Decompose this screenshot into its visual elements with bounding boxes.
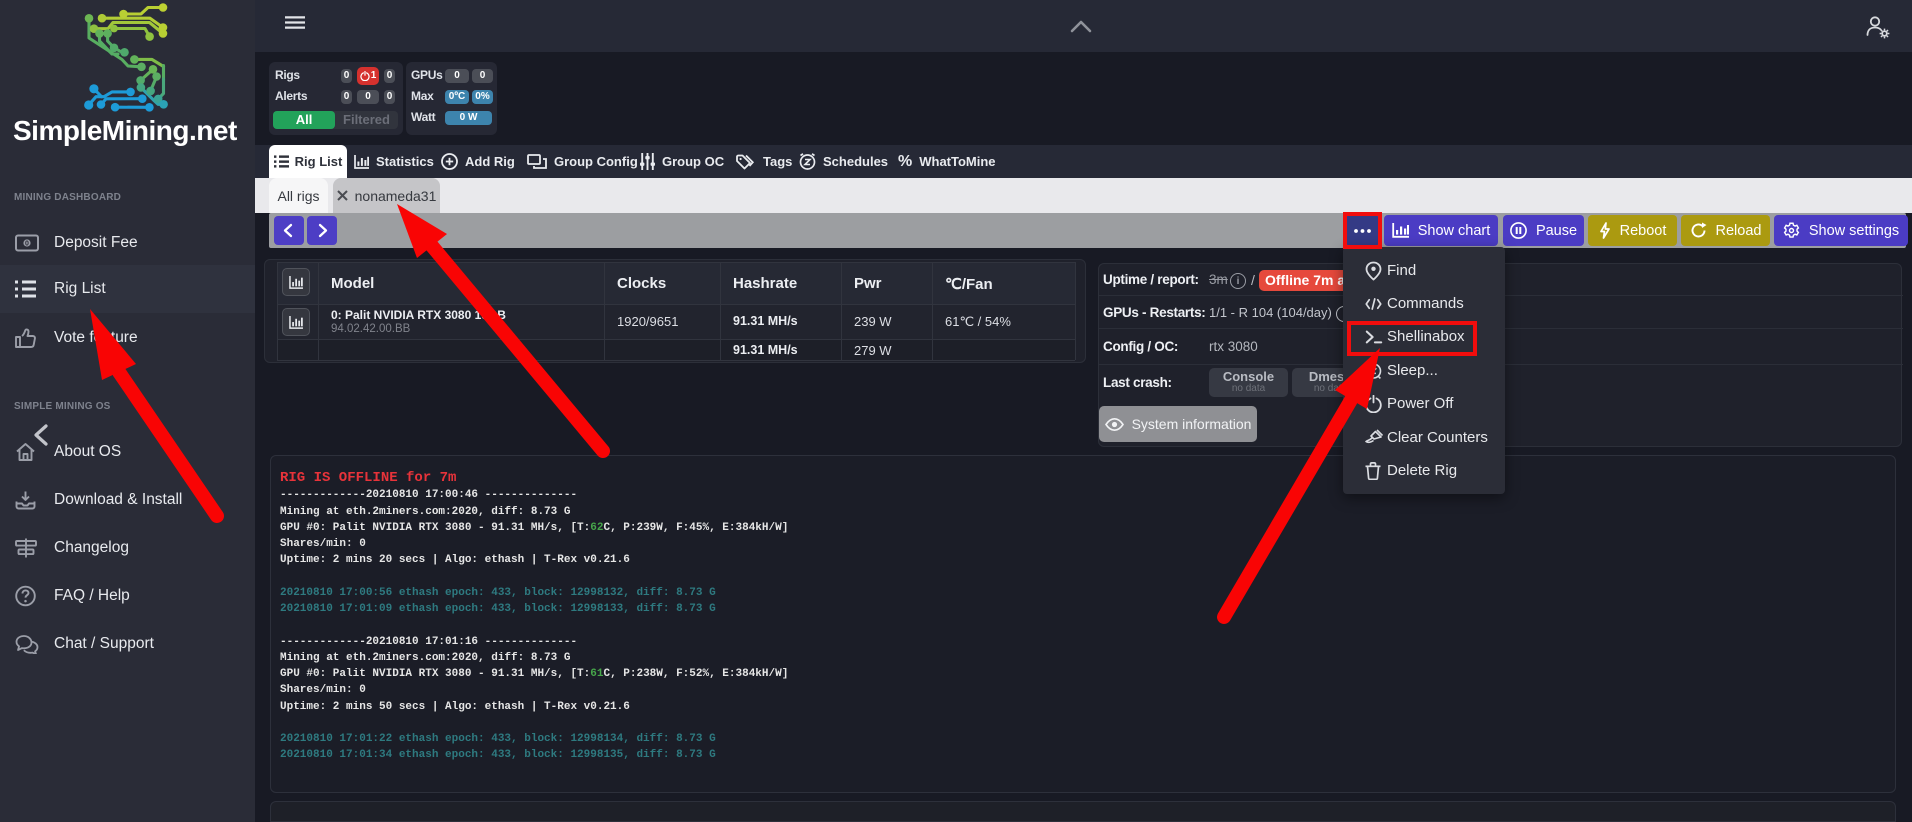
svg-text:0: 0 — [25, 241, 29, 248]
